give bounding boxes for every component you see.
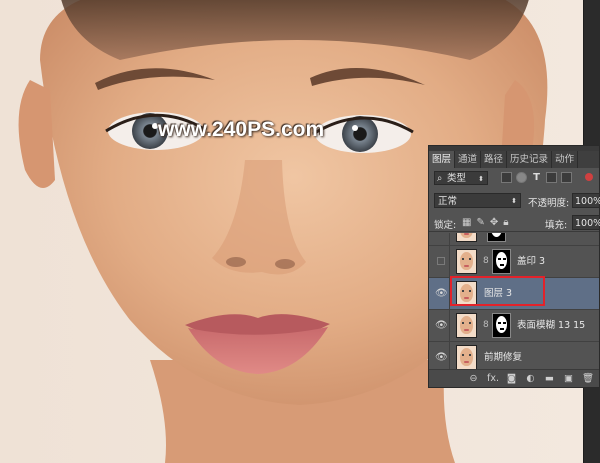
trash-icon[interactable]: 🗑︎ xyxy=(582,373,594,384)
layer-row[interactable] xyxy=(429,233,599,245)
filter-icons: T xyxy=(501,172,572,183)
eye-icon: 👁︎ xyxy=(435,352,448,363)
layer-thumbnail xyxy=(456,313,477,338)
layer-mask-thumbnail xyxy=(487,233,506,242)
visibility-toggle[interactable] xyxy=(433,246,450,277)
tab-actions[interactable]: 动作 xyxy=(552,151,579,168)
mask-icon[interactable]: ◙ xyxy=(506,373,517,384)
lock-transparent-icon[interactable]: ▦ xyxy=(462,217,471,228)
blend-mode-select[interactable]: 正常 ⬍ xyxy=(434,193,521,208)
layer-mask-thumbnail xyxy=(492,313,511,338)
pixel-filter-icon[interactable] xyxy=(501,172,512,183)
kind-filter-select[interactable]: ⌕ 类型 ⬍ xyxy=(434,171,488,185)
lock-icons: ▦ ✎ ✥ 🔒︎ xyxy=(462,217,509,228)
fill-label: 填充: xyxy=(545,220,568,231)
lock-move-icon[interactable]: ✥ xyxy=(490,217,498,228)
search-icon: ⌕ xyxy=(437,173,443,184)
layer-row-stamp-3[interactable]: 8 盖印 3 xyxy=(429,245,599,277)
layer-thumbnail xyxy=(456,249,477,274)
highlight-box xyxy=(450,276,545,306)
blend-row: 正常 ⬍ 不透明度: 100% xyxy=(429,192,600,212)
opacity-input[interactable]: 100% xyxy=(572,193,600,208)
layer-name: 表面模糊 13 15 xyxy=(517,320,586,331)
new-layer-icon[interactable]: ▣ xyxy=(563,373,574,384)
panel-tabs: 图层 通道 路径 历史记录 动作 xyxy=(429,151,599,168)
blend-mode-value: 正常 xyxy=(438,196,458,207)
layer-thumbnail xyxy=(456,233,477,242)
smart-object-filter-icon[interactable] xyxy=(561,172,572,183)
visibility-toggle[interactable] xyxy=(433,233,450,245)
lock-paint-icon[interactable]: ✎ xyxy=(476,217,484,228)
chevron-down-icon: ⬍ xyxy=(478,175,484,183)
panel-footer: ⊖ fx. ◙ ◐ ▬ ▣ 🗑︎ xyxy=(429,369,599,387)
tab-history[interactable]: 历史记录 xyxy=(507,151,553,168)
visibility-toggle[interactable]: 👁︎ xyxy=(433,310,450,341)
shape-filter-icon[interactable] xyxy=(546,172,557,183)
layer-filter-row: ⌕ 类型 ⬍ T xyxy=(429,169,599,189)
link-icon[interactable]: ⊖ xyxy=(468,373,479,384)
visibility-toggle[interactable]: 👁︎ xyxy=(433,278,450,309)
fill-input[interactable]: 100% xyxy=(572,215,600,230)
eye-icon: 👁︎ xyxy=(435,288,448,299)
filter-toggle-icon[interactable] xyxy=(585,173,593,181)
visibility-toggle[interactable]: 👁︎ xyxy=(433,342,450,369)
adjustment-filter-icon[interactable] xyxy=(516,172,527,183)
layer-mask-thumbnail xyxy=(492,249,511,274)
type-filter-icon[interactable]: T xyxy=(531,172,542,183)
layer-name: 盖印 3 xyxy=(517,256,546,267)
chevron-down-icon: ⬍ xyxy=(511,197,517,205)
lock-label: 锁定: xyxy=(434,220,457,231)
layer-row-surface-blur[interactable]: 👁︎ 8 表面模糊 13 15 xyxy=(429,309,599,341)
eye-icon: 👁︎ xyxy=(435,320,448,331)
folder-icon[interactable]: ▬ xyxy=(544,373,555,384)
watermark-text: www.240PS.com xyxy=(158,118,325,141)
layer-name: 前期修复 xyxy=(484,352,523,363)
lock-row: 锁定: ▦ ✎ ✥ 🔒︎ 填充: 100% xyxy=(429,214,600,232)
layers-panel: 图层 通道 路径 历史记录 动作 ⌕ 类型 ⬍ T 正常 ⬍ 不透明度: 100… xyxy=(428,145,600,388)
visibility-off-box xyxy=(437,257,445,265)
fx-icon[interactable]: fx. xyxy=(487,373,499,384)
opacity-label: 不透明度: xyxy=(528,198,570,209)
lock-all-icon[interactable]: 🔒︎ xyxy=(503,217,508,228)
tab-channels[interactable]: 通道 xyxy=(455,151,482,168)
tab-paths[interactable]: 路径 xyxy=(481,151,508,168)
link-chain-icon: 8 xyxy=(483,256,489,266)
kind-filter-label: 类型 xyxy=(447,173,467,184)
layer-thumbnail xyxy=(456,345,477,369)
adjustment-icon[interactable]: ◐ xyxy=(525,373,536,384)
tab-layers[interactable]: 图层 xyxy=(429,151,456,168)
link-chain-icon: 8 xyxy=(483,320,489,330)
layer-row-pre-retouch[interactable]: 👁︎ 前期修复 xyxy=(429,341,599,369)
